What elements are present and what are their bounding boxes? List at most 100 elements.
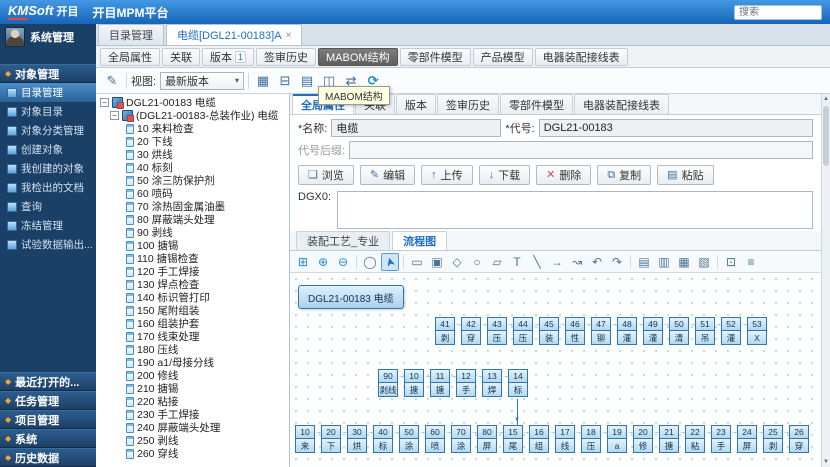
tree-operation-node[interactable]: 40 标刻 [96, 161, 289, 174]
align-left-icon[interactable]: ▤ [635, 253, 653, 271]
flow-node[interactable]: 70涂 [451, 425, 471, 453]
table-view-icon[interactable]: ▦ [253, 71, 273, 91]
detail-tab[interactable]: 电器装配接线表 [574, 94, 669, 114]
sidebar-group[interactable]: ◆任务管理 [0, 391, 96, 410]
tree-operation-node[interactable]: 260 穿线 [96, 447, 289, 460]
collapse-icon[interactable]: − [100, 98, 109, 107]
vertical-scrollbar[interactable]: ▲ ▼ [821, 94, 830, 467]
detail-tab[interactable]: 签审历史 [437, 94, 499, 114]
flow-node[interactable]: 47铆 [591, 317, 611, 345]
sidebar-item[interactable]: 查询 [0, 197, 96, 216]
tree-operation-node[interactable]: 180 压线 [96, 343, 289, 356]
sidebar-group[interactable]: ◆最近打开的... [0, 372, 96, 391]
tree-operation-node[interactable]: 250 剥线 [96, 434, 289, 447]
edit-button[interactable]: ✎编辑 [360, 165, 415, 185]
copy-button[interactable]: ⧉复制 [597, 165, 651, 185]
tree-assembly-node[interactable]: − (DGL21-00183-总装作业) 电缆 [96, 109, 289, 122]
sub-tab[interactable]: 流程图 [392, 231, 447, 250]
zoom-out-icon[interactable]: ⊖ [334, 253, 352, 271]
suffix-field[interactable] [349, 141, 813, 159]
distribute-h-icon[interactable]: ▦ [675, 253, 693, 271]
tree-operation-node[interactable]: 20 下线 [96, 135, 289, 148]
sidebar-group-object-management[interactable]: ◆ 对象管理 [0, 64, 96, 83]
detail-tab[interactable]: 版本 [396, 94, 436, 114]
tree-operation-node[interactable]: 70 涂热固金属油墨 [96, 200, 289, 213]
flow-node[interactable]: 22粘 [685, 425, 705, 453]
flow-node[interactable]: 16组 [529, 425, 549, 453]
tree-operation-node[interactable]: 160 组装护套 [96, 317, 289, 330]
undo-icon[interactable]: ↶ [588, 253, 606, 271]
flow-node[interactable]: 42穿 [461, 317, 481, 345]
ellipse-icon[interactable]: ○ [468, 253, 486, 271]
flow-node[interactable]: 48灌 [617, 317, 637, 345]
tree-operation-node[interactable]: 220 粘接 [96, 395, 289, 408]
flow-node[interactable]: 41剥 [435, 317, 455, 345]
flow-node[interactable]: 45装 [539, 317, 559, 345]
flow-node[interactable]: 53X [747, 317, 767, 345]
circle-tool-icon[interactable]: ◯ [361, 253, 379, 271]
tree-operation-node[interactable]: 60 喷码 [96, 187, 289, 200]
tree-operation-node[interactable]: 210 搪锡 [96, 382, 289, 395]
sidebar-group[interactable]: ◆系统 [0, 429, 96, 448]
tree-operation-node[interactable]: 120 手工焊接 [96, 265, 289, 278]
paste-button[interactable]: ▤粘贴 [657, 165, 713, 185]
flow-node[interactable]: 46性 [565, 317, 585, 345]
flow-node[interactable]: 40标 [373, 425, 393, 453]
flow-node[interactable]: 43压 [487, 317, 507, 345]
flow-node[interactable]: 51吊 [695, 317, 715, 345]
layout-icon[interactable]: ≡ [742, 253, 760, 271]
flow-node[interactable]: 11搪 [430, 369, 450, 397]
scroll-down-icon[interactable]: ▼ [822, 457, 830, 467]
user-avatar[interactable] [5, 27, 25, 47]
tree-operation-node[interactable]: 10 来料检查 [96, 122, 289, 135]
sidebar-group[interactable]: ◆项目管理 [0, 410, 96, 429]
subprocess-icon[interactable]: ▣ [428, 253, 446, 271]
parallelogram-icon[interactable]: ▱ [488, 253, 506, 271]
flow-root-node[interactable]: DGL21-00183 电缆 [298, 285, 404, 309]
tree-root-node[interactable]: − DGL21-00183 电缆 [96, 96, 289, 109]
process-icon[interactable]: ▭ [408, 253, 426, 271]
sidebar-item[interactable]: 创建对象 [0, 140, 96, 159]
sidebar-item[interactable]: 我创建的对象 [0, 159, 96, 178]
tree-operation-node[interactable]: 230 手工焊接 [96, 408, 289, 421]
sidebar-item[interactable]: 对象分类管理 [0, 121, 96, 140]
flow-node[interactable]: 60喷 [425, 425, 445, 453]
flow-node[interactable]: 19a [607, 425, 627, 453]
flow-node[interactable]: 30烘 [347, 425, 367, 453]
flow-node[interactable]: 80屏 [477, 425, 497, 453]
flow-node[interactable]: 52灌 [721, 317, 741, 345]
flow-node[interactable]: 24屏 [737, 425, 757, 453]
ribbon-tab[interactable]: 产品模型 [473, 48, 533, 66]
tree-operation-node[interactable]: 190 a1/母接分线 [96, 356, 289, 369]
name-field[interactable] [331, 119, 501, 137]
flow-node[interactable]: 23手 [711, 425, 731, 453]
structure-view-icon[interactable]: ⊟ [275, 71, 295, 91]
ribbon-tab[interactable]: MABOM结构 [318, 48, 398, 66]
flow-node[interactable]: 17线 [555, 425, 575, 453]
tree-operation-node[interactable]: 150 尾附组装 [96, 304, 289, 317]
cursor-icon[interactable]: ➤ [381, 253, 399, 271]
flow-node[interactable]: 20下 [321, 425, 341, 453]
view-dropdown[interactable]: 最新版本 ▾ [160, 72, 244, 90]
sidebar-item[interactable]: 冻结管理 [0, 216, 96, 235]
flow-node[interactable]: 10来 [295, 425, 315, 453]
tree-operation-node[interactable]: 240 屏蔽端头处理 [96, 421, 289, 434]
doc-tab-catalog[interactable]: 目录管理 [98, 24, 164, 45]
tree-operation-node[interactable]: 30 烘线 [96, 148, 289, 161]
download-button[interactable]: ↓下载 [479, 165, 531, 185]
flow-node[interactable]: 12手 [456, 369, 476, 397]
close-icon[interactable]: × [286, 30, 292, 41]
line-icon[interactable]: ╲ [528, 253, 546, 271]
ribbon-tab[interactable]: 关联 [162, 48, 200, 66]
flow-node[interactable]: 18压 [581, 425, 601, 453]
scroll-up-icon[interactable]: ▲ [822, 94, 830, 104]
browse-button[interactable]: ❏浏览 [298, 165, 354, 185]
ribbon-tab[interactable]: 版本1 [202, 48, 254, 66]
flow-node[interactable]: 20修 [633, 425, 653, 453]
arrow-icon[interactable]: → [548, 253, 566, 271]
screen-icon[interactable]: ⊞ [294, 253, 312, 271]
sidebar-item[interactable]: 对象目录 [0, 102, 96, 121]
dgx-textarea[interactable] [337, 191, 813, 229]
search-input[interactable] [734, 5, 822, 20]
print-icon[interactable]: ▤ [297, 71, 317, 91]
